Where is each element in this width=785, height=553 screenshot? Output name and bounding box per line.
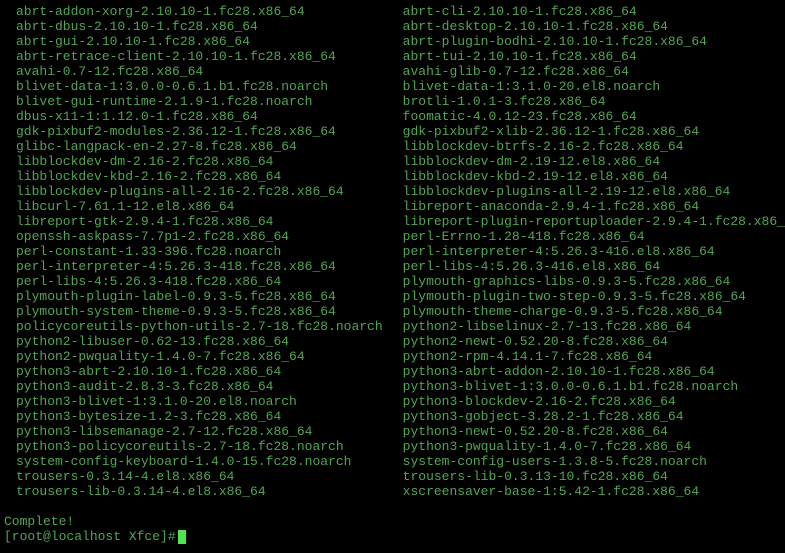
package-row: libblockdev-plugins-all-2.19-12.el8.x86_… xyxy=(391,184,785,199)
package-row: glibc-langpack-en-2.27-8.fc28.x86_64 xyxy=(4,139,383,154)
package-row: perl-libs-4:5.26.3-418.fc28.x86_64 xyxy=(4,274,383,289)
package-row: openssh-askpass-7.7p1-2.fc28.x86_64 xyxy=(4,229,383,244)
package-row: plymouth-theme-charge-0.9.3-5.fc28.x86_6… xyxy=(391,304,785,319)
package-row: foomatic-4.0.12-23.fc28.x86_64 xyxy=(391,109,785,124)
package-row: libblockdev-dm-2.16-2.fc28.x86_64 xyxy=(4,154,383,169)
package-row: trousers-lib-0.3.14-4.el8.x86_64 xyxy=(4,484,383,499)
package-row: plymouth-plugin-two-step-0.9.3-5.fc28.x8… xyxy=(391,289,785,304)
package-row: python2-libuser-0.62-13.fc28.x86_64 xyxy=(4,334,383,349)
package-row: libreport-plugin-reportuploader-2.9.4-1.… xyxy=(391,214,785,229)
package-row: python3-abrt-addon-2.10.10-1.fc28.x86_64 xyxy=(391,364,785,379)
package-row: trousers-lib-0.3.13-10.fc28.x86_64 xyxy=(391,469,785,484)
package-row: trousers-0.3.14-4.el8.x86_64 xyxy=(4,469,383,484)
package-row: python3-abrt-2.10.10-1.fc28.x86_64 xyxy=(4,364,383,379)
package-row: perl-libs-4:5.26.3-416.el8.x86_64 xyxy=(391,259,785,274)
package-row: abrt-gui-2.10.10-1.fc28.x86_64 xyxy=(4,34,383,49)
status-line: Complete! xyxy=(4,514,781,529)
package-row: blivet-data-1:3.1.0-20.el8.noarch xyxy=(391,79,785,94)
package-row: python3-blivet-1:3.0.0-0.6.1.b1.fc28.noa… xyxy=(391,379,785,394)
package-row: system-config-users-1.3.8-5.fc28.noarch xyxy=(391,454,785,469)
package-row: libblockdev-plugins-all-2.16-2.fc28.x86_… xyxy=(4,184,383,199)
package-row: python3-audit-2.8.3-3.fc28.x86_64 xyxy=(4,379,383,394)
package-row: libblockdev-kbd-2.16-2.fc28.x86_64 xyxy=(4,169,383,184)
package-row: xscreensaver-base-1:5.42-1.fc28.x86_64 xyxy=(391,484,785,499)
package-list: abrt-addon-xorg-2.10.10-1.fc28.x86_64abr… xyxy=(4,4,781,499)
package-row: python2-libselinux-2.7-13.fc28.x86_64 xyxy=(391,319,785,334)
package-row: plymouth-graphics-libs-0.9.3-5.fc28.x86_… xyxy=(391,274,785,289)
package-row: python2-newt-0.52.20-8.fc28.x86_64 xyxy=(391,334,785,349)
package-row: libcurl-7.61.1-12.el8.x86_64 xyxy=(4,199,383,214)
package-row: abrt-desktop-2.10.10-1.fc28.x86_64 xyxy=(391,19,785,34)
package-row: system-config-keyboard-1.4.0-15.fc28.noa… xyxy=(4,454,383,469)
package-row: perl-constant-1.33-396.fc28.noarch xyxy=(4,244,383,259)
package-row: perl-Errno-1.28-418.fc28.x86_64 xyxy=(391,229,785,244)
package-row: libblockdev-dm-2.19-12.el8.x86_64 xyxy=(391,154,785,169)
package-row: policycoreutils-python-utils-2.7-18.fc28… xyxy=(4,319,383,334)
package-row: gdk-pixbuf2-modules-2.36.12-1.fc28.x86_6… xyxy=(4,124,383,139)
package-row: python3-blockdev-2.16-2.fc28.x86_64 xyxy=(391,394,785,409)
package-row: gdk-pixbuf2-xlib-2.36.12-1.fc28.x86_64 xyxy=(391,124,785,139)
package-row: python3-blivet-1:3.1.0-20.el8.noarch xyxy=(4,394,383,409)
package-row: python3-libsemanage-2.7-12.fc28.x86_64 xyxy=(4,424,383,439)
package-column-right: abrt-cli-2.10.10-1.fc28.x86_64abrt-deskt… xyxy=(391,4,785,499)
package-row: python3-newt-0.52.20-8.fc28.x86_64 xyxy=(391,424,785,439)
package-row: plymouth-plugin-label-0.9.3-5.fc28.x86_6… xyxy=(4,289,383,304)
package-row: libblockdev-btrfs-2.16-2.fc28.x86_64 xyxy=(391,139,785,154)
package-row: libreport-anaconda-2.9.4-1.fc28.x86_64 xyxy=(391,199,785,214)
package-row: python2-pwquality-1.4.0-7.fc28.x86_64 xyxy=(4,349,383,364)
package-row: libblockdev-kbd-2.19-12.el8.x86_64 xyxy=(391,169,785,184)
package-row: avahi-glib-0.7-12.fc28.x86_64 xyxy=(391,64,785,79)
package-row: abrt-cli-2.10.10-1.fc28.x86_64 xyxy=(391,4,785,19)
package-row: abrt-plugin-bodhi-2.10.10-1.fc28.x86_64 xyxy=(391,34,785,49)
package-row: plymouth-system-theme-0.9.3-5.fc28.x86_6… xyxy=(4,304,383,319)
package-row: abrt-dbus-2.10.10-1.fc28.x86_64 xyxy=(4,19,383,34)
package-row: libreport-gtk-2.9.4-1.fc28.x86_64 xyxy=(4,214,383,229)
package-row: python3-policycoreutils-2.7-18.fc28.noar… xyxy=(4,439,383,454)
package-row: brotli-1.0.1-3.fc28.x86_64 xyxy=(391,94,785,109)
package-row: python2-rpm-4.14.1-7.fc28.x86_64 xyxy=(391,349,785,364)
package-row: perl-interpreter-4:5.26.3-418.fc28.x86_6… xyxy=(4,259,383,274)
package-row: blivet-data-1:3.0.0-0.6.1.b1.fc28.noarch xyxy=(4,79,383,94)
package-row: abrt-retrace-client-2.10.10-1.fc28.x86_6… xyxy=(4,49,383,64)
package-row: avahi-0.7-12.fc28.x86_64 xyxy=(4,64,383,79)
package-row: python3-pwquality-1.4.0-7.fc28.x86_64 xyxy=(391,439,785,454)
package-row: python3-bytesize-1.2-3.fc28.x86_64 xyxy=(4,409,383,424)
package-column-left: abrt-addon-xorg-2.10.10-1.fc28.x86_64abr… xyxy=(4,4,383,499)
package-row: abrt-tui-2.10.10-1.fc28.x86_64 xyxy=(391,49,785,64)
cursor-icon xyxy=(178,530,186,544)
package-row: abrt-addon-xorg-2.10.10-1.fc28.x86_64 xyxy=(4,4,383,19)
prompt-text: [root@localhost Xfce]# xyxy=(4,529,176,544)
package-row: python3-gobject-3.28.2-1.fc28.x86_64 xyxy=(391,409,785,424)
package-row: dbus-x11-1:1.12.0-1.fc28.x86_64 xyxy=(4,109,383,124)
shell-prompt[interactable]: [root@localhost Xfce]# xyxy=(4,529,781,544)
package-row: blivet-gui-runtime-2.1.9-1.fc28.noarch xyxy=(4,94,383,109)
package-row: perl-interpreter-4:5.26.3-416.el8.x86_64 xyxy=(391,244,785,259)
